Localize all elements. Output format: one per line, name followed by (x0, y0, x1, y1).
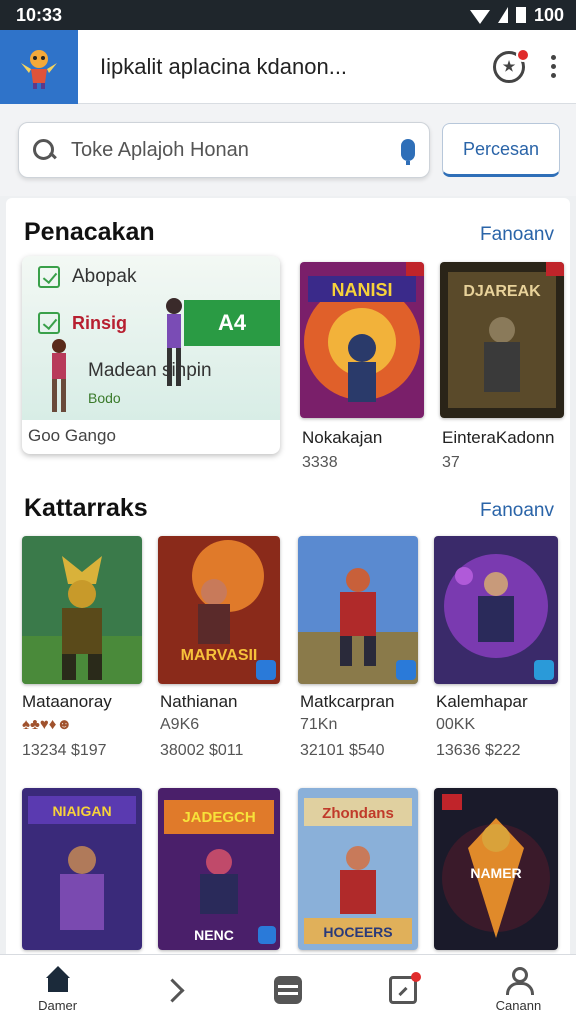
game-cover (298, 536, 418, 684)
game-tile[interactable]: NANISI (300, 262, 424, 418)
nav-item-updates[interactable] (346, 955, 461, 1024)
featured-badge: A4 (184, 300, 280, 346)
wifi-icon (469, 10, 490, 24)
cover-title: DJAREAK (463, 283, 541, 300)
game-name[interactable]: EinteraKadonn (442, 428, 554, 448)
nav-item-list[interactable] (230, 955, 345, 1024)
featured-card[interactable]: Abopak Rinsig A4 Madean sinpin Bodo Goo … (22, 256, 280, 454)
home-icon (44, 966, 72, 994)
game-cover: NANISI (300, 262, 424, 418)
cover-title: MARVASII (181, 647, 258, 664)
chevron-right-icon (159, 976, 187, 1004)
featured-row-label: Rinsig (72, 312, 128, 333)
featured-row-label: Bodo (88, 390, 121, 406)
featured-row-label: Madean sinpin (88, 360, 212, 381)
app-bar: Iipkalit aplacina kdanon... ★ (0, 29, 576, 104)
see-all-link[interactable]: Fanoanv (480, 224, 554, 246)
game-stats: 38002 $011 (160, 742, 244, 759)
game-tile[interactable]: JADEGCH NENC (158, 788, 280, 950)
section-header-popular: Kattarraks Fanoanv (24, 494, 554, 523)
featured-banner: Abopak Rinsig A4 Madean sinpin Bodo (22, 256, 280, 420)
game-name[interactable]: Nathianan (160, 692, 238, 712)
filter-button[interactable]: Percesan (442, 123, 560, 177)
section-title: Kattarraks (24, 494, 148, 522)
cover-title: Zhondans (322, 805, 394, 822)
nav-label: Canann (495, 998, 542, 1013)
game-cover: JADEGCH NENC (158, 788, 280, 950)
game-tile[interactable]: NIAIGAN (22, 788, 142, 950)
microphone-icon[interactable] (401, 139, 415, 165)
list-icon (274, 975, 302, 1004)
content-card: Penacakan Fanoanv Abopak Rinsig A4 Madea… (6, 198, 570, 954)
cover-title: JADEGCH (182, 809, 255, 826)
page-title: Iipkalit aplacina kdanon... (100, 53, 348, 79)
game-rating-icons: ♠♣♥♦☻ (22, 716, 73, 733)
search-icon (33, 139, 55, 161)
cover-subtitle: NENC (194, 927, 234, 943)
star-icon: ★ (502, 58, 516, 74)
game-tile[interactable] (434, 536, 558, 684)
game-cover: NAMER (434, 788, 558, 950)
battery-icon (515, 7, 526, 23)
see-all-link[interactable]: Fanoanv (480, 500, 554, 522)
game-stats: 13234 $197 (22, 742, 107, 759)
game-meta: 3338 (302, 454, 338, 471)
notification-badge (516, 47, 530, 62)
game-subtitle: 71Kn (300, 716, 338, 733)
game-subtitle: A9K6 (160, 716, 200, 733)
section-header-recommended: Penacakan Fanoanv (24, 218, 554, 247)
game-tile[interactable]: MARVASII (158, 536, 280, 684)
signal-icon (497, 7, 508, 23)
cover-subtitle: HOCEERS (323, 924, 392, 940)
app-logo[interactable] (0, 29, 78, 104)
character-figure (52, 339, 66, 412)
game-stats: 13636 $222 (436, 742, 521, 759)
search-row: Percesan (0, 104, 576, 196)
search-box[interactable] (18, 122, 430, 178)
cover-title: NANISI (331, 280, 392, 300)
status-icons: 100 (469, 4, 564, 26)
notification-button[interactable]: ★ (493, 47, 530, 83)
game-cover (22, 536, 142, 684)
game-tile[interactable]: DJAREAK (440, 262, 564, 418)
search-input[interactable] (71, 138, 401, 162)
game-mascot-icon (21, 49, 57, 89)
cover-title: NAMER (470, 865, 521, 881)
game-subtitle: 00KK (436, 716, 476, 733)
tablet-icon (389, 971, 422, 1004)
more-options-icon[interactable] (551, 55, 556, 78)
game-cover: DJAREAK (440, 262, 564, 418)
person-icon (504, 966, 535, 995)
nav-label: Damer (38, 998, 78, 1013)
status-time: 10:33 (16, 4, 63, 25)
game-tile[interactable] (22, 536, 142, 684)
check-icon (38, 312, 60, 334)
status-bar: 10:33 100 (0, 0, 576, 30)
featured-caption: Goo Gango (28, 426, 116, 445)
game-name[interactable]: Mataanoray (22, 692, 112, 712)
game-cover: NIAIGAN (22, 788, 142, 950)
game-tile[interactable]: Zhondans HOCEERS (298, 788, 418, 950)
game-name[interactable]: Nokakajan (302, 428, 382, 448)
game-tile[interactable] (298, 536, 418, 684)
chart-icon (38, 266, 60, 288)
battery-level: 100 (533, 4, 564, 25)
cover-title: NIAIGAN (52, 803, 111, 819)
game-cover: MARVASII (158, 536, 280, 684)
nav-item-forward[interactable] (115, 955, 230, 1024)
game-meta: 37 (442, 454, 460, 471)
game-name[interactable]: Kalemhapar (436, 692, 528, 712)
game-tile[interactable]: NAMER (434, 788, 558, 950)
nav-item-home[interactable]: Damer (0, 955, 115, 1024)
section-title: Penacakan (24, 218, 155, 246)
bottom-navigation: Damer Canann (0, 954, 576, 1024)
game-name[interactable]: Matkcarpran (300, 692, 394, 712)
featured-row: Abopak (38, 266, 136, 288)
game-stats: 32101 $540 (300, 742, 385, 759)
nav-item-profile[interactable]: Canann (461, 955, 576, 1024)
game-cover (434, 536, 558, 684)
game-cover: Zhondans HOCEERS (298, 788, 418, 950)
featured-row-label: Abopak (72, 266, 137, 287)
